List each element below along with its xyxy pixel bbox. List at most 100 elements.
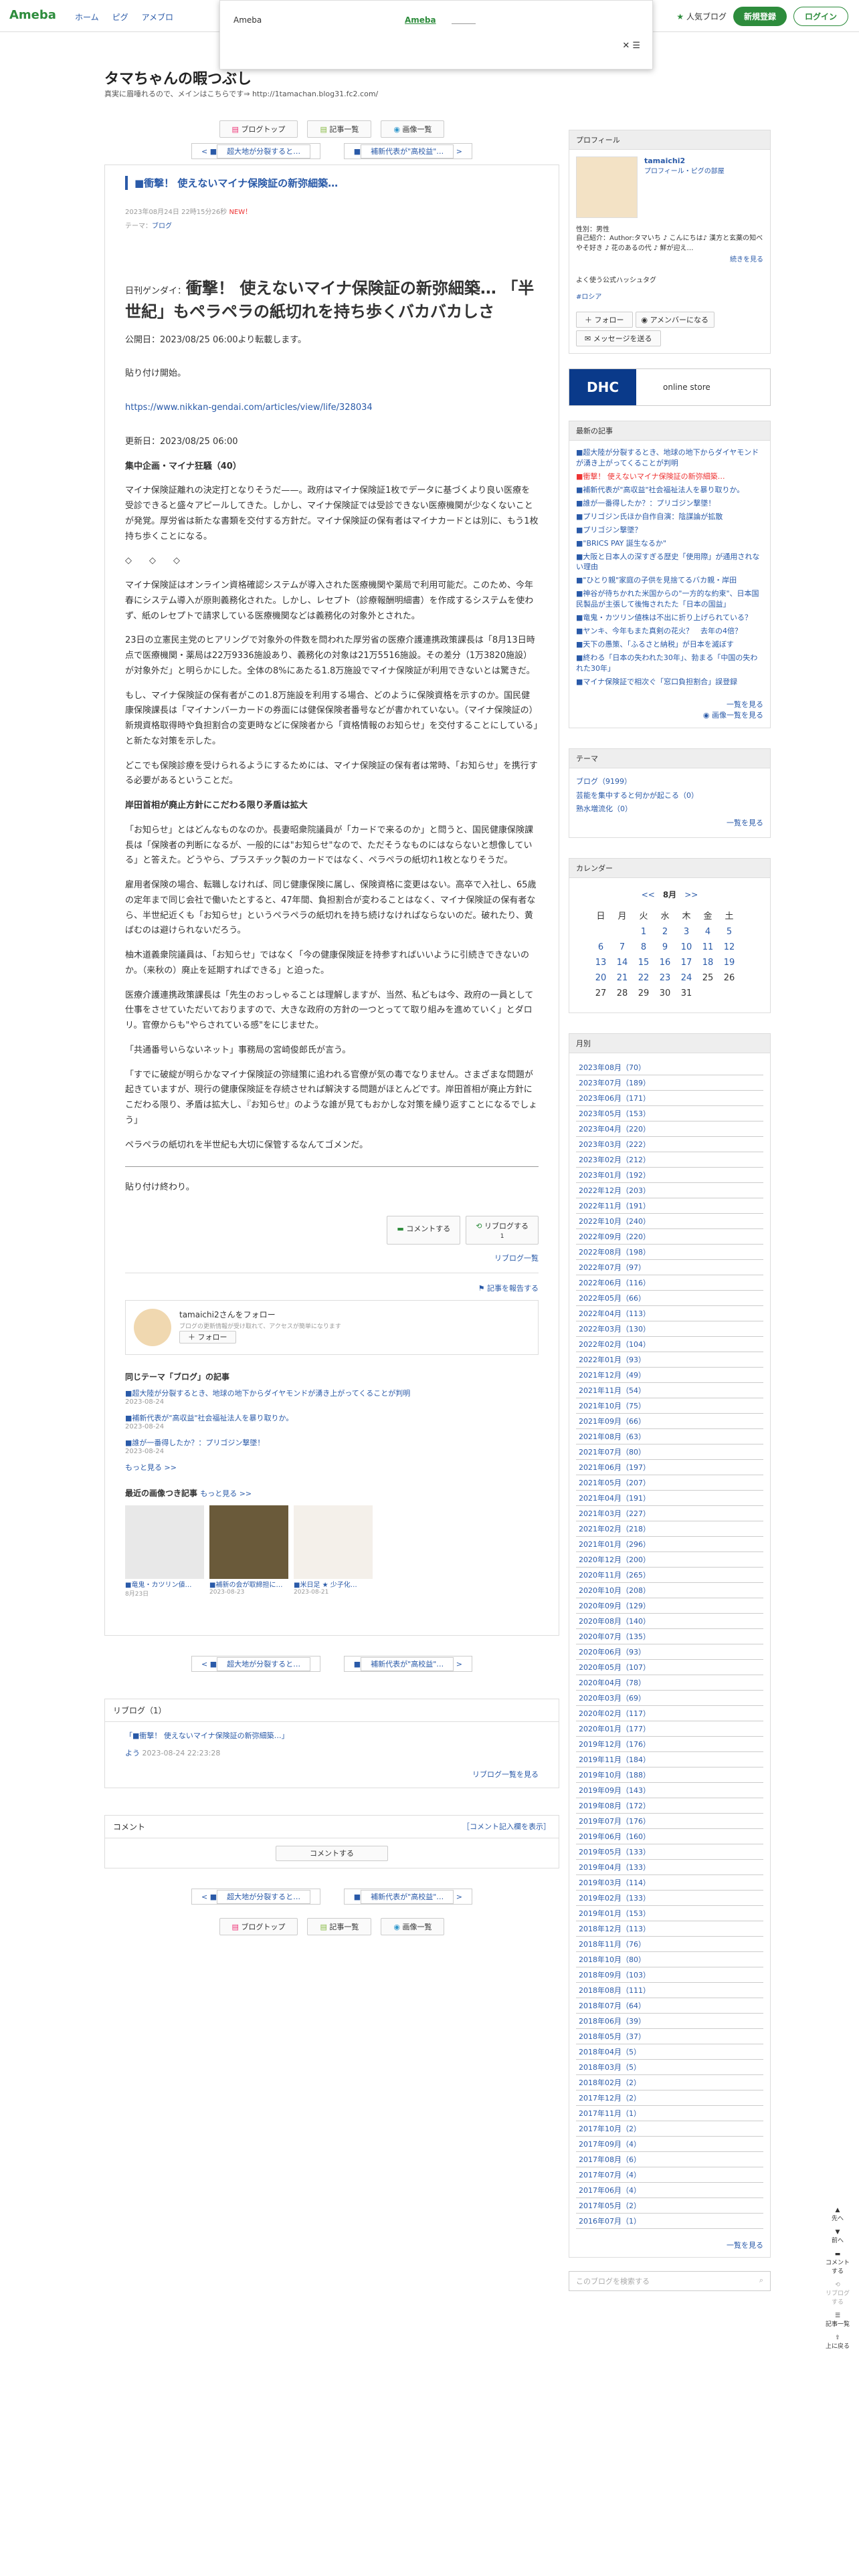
- monthly-item[interactable]: 2020年11月（265）: [576, 1568, 763, 1584]
- monthly-item[interactable]: 2021年05月（207）: [576, 1475, 763, 1491]
- calendar-day[interactable]: 13: [591, 956, 611, 970]
- monthly-item[interactable]: 2019年09月（143）: [576, 1783, 763, 1799]
- nav-ameblo[interactable]: アメブロ: [142, 11, 173, 23]
- list-item[interactable]: ■"ひとり親"家庭の子供を見捨てるバカ親・岸田: [576, 575, 763, 586]
- calendar-day[interactable]: 8: [634, 940, 654, 954]
- float-top-button[interactable]: ⇧ 上に戻る: [824, 2335, 851, 2350]
- monthly-item[interactable]: 2023年03月（222）: [576, 1137, 763, 1153]
- profile-follow-button[interactable]: ＋ フォロー: [576, 312, 633, 328]
- calendar-day[interactable]: 2: [655, 925, 675, 939]
- image-list-button[interactable]: ◉ 画像一覧: [381, 1918, 445, 1936]
- article-list-button[interactable]: ▤ 記事一覧: [307, 1918, 372, 1936]
- monthly-item[interactable]: 2021年08月（63）: [576, 1429, 763, 1445]
- blog-search[interactable]: このブログを検索する ⌕: [569, 2271, 771, 2292]
- float-list-button[interactable]: ☰ 記事一覧: [824, 2313, 851, 2328]
- monthly-item[interactable]: 2020年08月（140）: [576, 1614, 763, 1630]
- monthly-item[interactable]: 2020年06月（93）: [576, 1644, 763, 1660]
- next-article-link[interactable]: ■ 補新代表が"高校益"… >: [343, 1889, 472, 1905]
- monthly-item[interactable]: 2022年03月（130）: [576, 1321, 763, 1337]
- monthly-item[interactable]: 2020年04月（78）: [576, 1675, 763, 1691]
- monthly-item[interactable]: 2019年05月（133）: [576, 1844, 763, 1860]
- monthly-item[interactable]: 2021年10月（75）: [576, 1398, 763, 1414]
- calendar-day[interactable]: 22: [634, 971, 654, 985]
- list-item[interactable]: ■大阪と日本人の深すぎる歴史「使用際」が通用されない理由: [576, 552, 763, 573]
- list-item[interactable]: ■衝撃！ 使えないマイナ保険証の新弥細築…: [576, 471, 763, 482]
- next-article-link[interactable]: ■ 補新代表が"高校益"… >: [343, 1656, 472, 1673]
- monthly-list-link[interactable]: 一覧を見る: [727, 2241, 763, 2250]
- monthly-item[interactable]: 2019年11月（184）: [576, 1752, 763, 1768]
- prev-article-link[interactable]: < ■ 超大地が分裂すると…: [191, 143, 321, 159]
- calendar-day[interactable]: 14: [612, 956, 632, 970]
- ameba-logo[interactable]: Ameba: [9, 8, 56, 22]
- prev-article-link[interactable]: < ■ 超大地が分裂すると…: [191, 1889, 321, 1905]
- monthly-item[interactable]: 2018年04月（5）: [576, 2044, 763, 2060]
- monthly-item[interactable]: 2018年11月（76）: [576, 1937, 763, 1953]
- reblog-button[interactable]: ⟲ リブログする 1: [466, 1216, 539, 1245]
- blog-top-button[interactable]: ▤ ブログトップ: [219, 1918, 298, 1936]
- float-next-button[interactable]: ▲ 先へ: [824, 2207, 851, 2222]
- monthly-item[interactable]: 2017年09月（4）: [576, 2137, 763, 2153]
- monthly-item[interactable]: 2020年05月（107）: [576, 1660, 763, 1676]
- theme-list-link[interactable]: 一覧を見る: [727, 819, 763, 827]
- monthly-item[interactable]: 2018年08月（111）: [576, 1983, 763, 1999]
- monthly-item[interactable]: 2023年08月（70）: [576, 1060, 763, 1076]
- monthly-item[interactable]: 2019年04月（133）: [576, 1860, 763, 1876]
- monthly-item[interactable]: 2021年12月（49）: [576, 1368, 763, 1384]
- monthly-item[interactable]: 2021年01月（296）: [576, 1537, 763, 1553]
- blog-title[interactable]: タマちゃんの暇つぶし: [104, 67, 252, 88]
- nav-pigg[interactable]: ピグ: [112, 11, 128, 23]
- reblog-item-link[interactable]: 「■衝撃！ 使えないマイナ保険証の新弥細築…」: [125, 1731, 289, 1740]
- list-item[interactable]: ■神谷が待ちかれた米国からの"一方的な約束"、日本国民製品が主張して後悔されたた…: [576, 588, 763, 610]
- monthly-item[interactable]: 2020年02月（117）: [576, 1706, 763, 1722]
- list-item[interactable]: ■プリゴジン撃墜？: [576, 525, 763, 536]
- entry-title[interactable]: ■衝撃！ 使えないマイナ保険証の新弥細築…: [125, 176, 539, 190]
- calendar-prev[interactable]: <<: [642, 890, 655, 899]
- calendar-day[interactable]: 7: [612, 940, 632, 954]
- profile-link[interactable]: プロフィール・ピグの部屋: [644, 168, 725, 175]
- hashtag-link[interactable]: #ロシア: [576, 294, 601, 301]
- list-item[interactable]: ■マイナ保険証で相次ぐ「窓口負担割合」誤登録: [576, 677, 763, 687]
- report-link[interactable]: ⚑ 記事を報告する: [478, 1284, 539, 1293]
- monthly-item[interactable]: 2018年09月（103）: [576, 1967, 763, 1983]
- monthly-item[interactable]: 2019年12月（176）: [576, 1737, 763, 1753]
- banner-close-icon[interactable]: ✕ ☰: [622, 41, 640, 51]
- monthly-item[interactable]: 2022年10月（240）: [576, 1214, 763, 1230]
- popular-blog-link[interactable]: ★ 人気ブログ: [676, 11, 727, 22]
- monthly-item[interactable]: 2017年06月（4）: [576, 2183, 763, 2199]
- reblog-list-link[interactable]: リブログ一覧: [494, 1254, 539, 1263]
- monthly-item[interactable]: 2022年12月（203）: [576, 1183, 763, 1199]
- signup-button[interactable]: 新規登録: [733, 7, 787, 26]
- monthly-item[interactable]: 2020年01月（177）: [576, 1721, 763, 1737]
- reblog-user[interactable]: よう: [125, 1749, 140, 1757]
- float-reblog-button[interactable]: ⟲ リブログする: [824, 2282, 851, 2306]
- thumbnail-item[interactable]: ■米日足 ★ 少子化… 2023-08-21: [294, 1505, 373, 1598]
- calendar-next[interactable]: >>: [684, 890, 698, 899]
- list-item[interactable]: ■竜鬼・カツリン値株は不出に折り上げられている？: [576, 613, 763, 623]
- monthly-item[interactable]: 2019年06月（160）: [576, 1829, 763, 1845]
- list-item[interactable]: ■プリゴジン氏ほか自作自演：陰謀論が拡散: [576, 512, 763, 522]
- calendar-day[interactable]: 23: [655, 971, 675, 985]
- calendar-day[interactable]: 21: [612, 971, 632, 985]
- theme-item[interactable]: 熟水増流化（0）: [576, 804, 632, 813]
- comment-form-toggle[interactable]: ［コメント記入欄を表示］: [462, 1821, 551, 1832]
- monthly-item[interactable]: 2021年09月（66）: [576, 1414, 763, 1430]
- recent-images-link[interactable]: ◉ 画像一覧を見る: [703, 711, 763, 720]
- theme-item[interactable]: ブログ（9199）: [576, 777, 632, 786]
- calendar-day[interactable]: 9: [655, 940, 675, 954]
- monthly-item[interactable]: 2021年07月（80）: [576, 1444, 763, 1461]
- calendar-day[interactable]: 17: [676, 956, 696, 970]
- monthly-item[interactable]: 2021年02月（218）: [576, 1521, 763, 1537]
- monthly-item[interactable]: 2022年06月（116）: [576, 1275, 763, 1291]
- search-icon[interactable]: ⌕: [759, 2276, 763, 2286]
- monthly-item[interactable]: 2020年10月（208）: [576, 1583, 763, 1599]
- reblog-more-link[interactable]: リブログ一覧を見る: [472, 1770, 539, 1779]
- monthly-item[interactable]: 2018年05月（37）: [576, 2029, 763, 2045]
- monthly-item[interactable]: 2021年04月（191）: [576, 1491, 763, 1507]
- next-article-link[interactable]: ■ 補新代表が"高校益"… >: [343, 143, 472, 159]
- profile-avatar[interactable]: [576, 156, 638, 218]
- monthly-item[interactable]: 2019年02月（133）: [576, 1891, 763, 1907]
- calendar-day[interactable]: 16: [655, 956, 675, 970]
- monthly-item[interactable]: 2018年07月（64）: [576, 1998, 763, 2014]
- thumbnail-item[interactable]: ■竜鬼・カツリン値… 8月23日: [125, 1505, 204, 1598]
- monthly-item[interactable]: 2020年12月（200）: [576, 1552, 763, 1568]
